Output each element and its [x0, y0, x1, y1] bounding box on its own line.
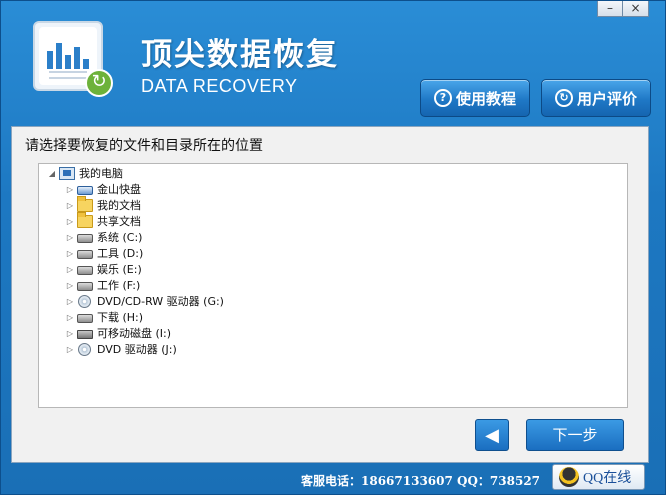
qq-online-button[interactable]: QQ在线	[552, 464, 645, 490]
tree-item-drive-c[interactable]: ▷ 系统 (C:)	[65, 229, 143, 245]
tree-item-label: 我的电脑	[79, 167, 123, 180]
cd-drive-icon	[78, 342, 91, 356]
tree-item-drive-f[interactable]: ▷ 工作 (F:)	[65, 277, 140, 293]
tree-item-drive-i[interactable]: ▷ 可移动磁盘 (I:)	[65, 325, 171, 341]
user-review-button-label: 用户评价	[576, 89, 637, 108]
tree-item-my-computer[interactable]: ◢ 我的电脑	[47, 165, 123, 181]
tree-item-label: 系统 (C:)	[97, 231, 143, 244]
user-review-button[interactable]: ↻ 用户评价	[541, 79, 651, 117]
review-icon: ↻	[554, 89, 573, 107]
tree-item-drive-e[interactable]: ▷ 娱乐 (E:)	[65, 261, 142, 277]
tree-item-label: 我的文档	[97, 199, 141, 212]
tree-item-drive-d[interactable]: ▷ 工具 (D:)	[65, 245, 143, 261]
back-button[interactable]: ◀	[475, 419, 509, 451]
expand-icon[interactable]: ▷	[65, 313, 75, 322]
window-controls: – ×	[597, 1, 649, 17]
tree-item-label: 娱乐 (E:)	[97, 263, 142, 276]
tree-item-label: DVD 驱动器 (J:)	[97, 343, 177, 356]
tree-item-label: 下载 (H:)	[97, 311, 144, 324]
minimize-button[interactable]: –	[597, 1, 623, 17]
drive-icon	[77, 249, 93, 259]
cloud-drive-icon	[77, 185, 93, 195]
drive-icon	[77, 265, 93, 275]
close-button[interactable]: ×	[623, 1, 649, 17]
app-window: – × ↻ 顶尖数据恢复 DATA RECOVERY ? 使用教程 ↻ 用户评价…	[0, 0, 666, 495]
refresh-icon: ↻	[85, 69, 113, 97]
cd-drive-icon	[78, 294, 91, 308]
expand-icon[interactable]: ▷	[65, 249, 75, 258]
panel-heading: 请选择要恢复的文件和目录所在的位置	[25, 138, 263, 154]
tree-item-drive-j[interactable]: ▷ DVD 驱动器 (J:)	[65, 341, 177, 357]
tutorial-button-label: 使用教程	[455, 89, 516, 108]
drive-icon	[77, 233, 93, 243]
expand-icon[interactable]: ▷	[65, 329, 75, 338]
tree-item-shared-documents[interactable]: ▷ 共享文档	[65, 211, 141, 229]
usb-drive-icon	[77, 329, 93, 339]
app-subtitle: DATA RECOVERY	[141, 76, 298, 96]
location-tree[interactable]: ◢ 我的电脑 ▷ 金山快盘 ▷ 我的文档 ▷ 共享文档 ▷ 系统 (C:) ▷ …	[38, 163, 628, 408]
tree-item-label: 金山快盘	[97, 183, 141, 196]
qq-penguin-icon	[559, 467, 579, 487]
next-button[interactable]: 下一步	[526, 419, 624, 451]
expand-icon[interactable]: ▷	[65, 201, 75, 210]
app-logo: ↻	[33, 21, 113, 97]
tree-item-label: 工作 (F:)	[97, 279, 141, 292]
folder-icon	[77, 211, 93, 228]
drive-icon	[77, 281, 93, 291]
app-title: 顶尖数据恢复	[141, 37, 339, 73]
computer-icon	[59, 166, 75, 180]
back-arrow-icon: ◀	[485, 424, 499, 446]
tree-item-label: 工具 (D:)	[97, 247, 144, 260]
expand-icon[interactable]: ▷	[65, 265, 75, 274]
tree-item-drive-g[interactable]: ▷ DVD/CD-RW 驱动器 (G:)	[65, 293, 224, 309]
folder-icon	[77, 195, 93, 212]
expand-icon[interactable]: ▷	[65, 233, 75, 242]
tree-item-drive-h[interactable]: ▷ 下载 (H:)	[65, 309, 143, 325]
expand-icon[interactable]: ▷	[65, 217, 75, 226]
expand-icon[interactable]: ▷	[65, 281, 75, 290]
drive-icon	[77, 313, 93, 323]
tree-item-label: DVD/CD-RW 驱动器 (G:)	[97, 295, 224, 308]
support-contact: 客服电话：18667133607 QQ：738527	[301, 474, 541, 488]
expand-icon[interactable]: ▷	[65, 297, 75, 306]
collapse-icon[interactable]: ◢	[47, 169, 57, 178]
help-icon: ?	[433, 89, 452, 107]
expand-icon[interactable]: ▷	[65, 185, 75, 194]
expand-icon[interactable]: ▷	[65, 345, 75, 354]
tutorial-button[interactable]: ? 使用教程	[420, 79, 530, 117]
qq-online-label: QQ在线	[583, 471, 632, 486]
tree-item-label: 可移动磁盘 (I:)	[97, 327, 172, 340]
tree-item-label: 共享文档	[97, 215, 141, 228]
